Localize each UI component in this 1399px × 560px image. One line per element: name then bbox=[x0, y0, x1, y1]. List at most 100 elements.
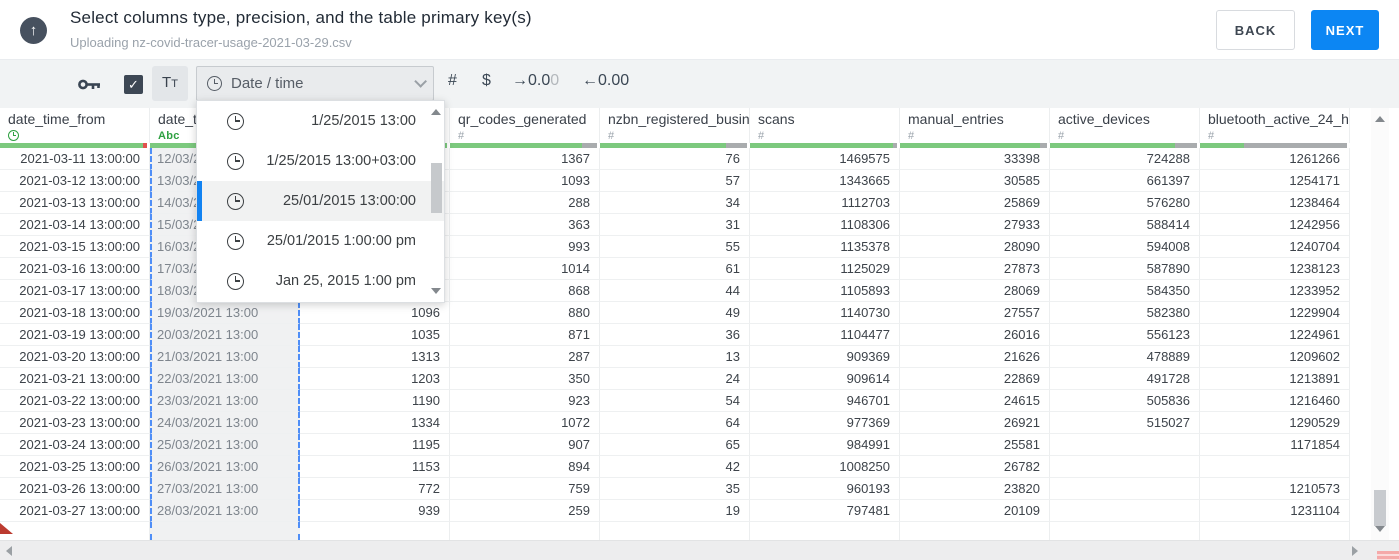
table-cell: 2021-03-21 13:00:00 bbox=[0, 368, 150, 390]
dropdown-scroll-thumb[interactable] bbox=[431, 163, 442, 213]
option-label: 1/25/2015 13:00+03:00 bbox=[266, 153, 416, 169]
date-format-option[interactable]: 25/01/2015 13:00:00 bbox=[197, 181, 444, 221]
horizontal-scrollbar[interactable] bbox=[0, 540, 1399, 560]
table-cell: 923 bbox=[450, 390, 600, 412]
table-cell: 491728 bbox=[1050, 368, 1200, 390]
table-cell: 880 bbox=[450, 302, 600, 324]
table-cell bbox=[150, 522, 300, 540]
date-format-option[interactable]: 1/25/2015 13:00 bbox=[197, 101, 444, 141]
decimal-right-button[interactable]: →0.00 bbox=[512, 72, 559, 90]
table-cell: 24 bbox=[600, 368, 750, 390]
table-cell: 42 bbox=[600, 456, 750, 478]
table-cell: 350 bbox=[450, 368, 600, 390]
table-cell: 76 bbox=[600, 148, 750, 170]
vertical-scrollbar[interactable] bbox=[1371, 108, 1389, 540]
date-format-option[interactable]: 25/01/2015 1:00:00 pm bbox=[197, 221, 444, 261]
primary-key-icon[interactable] bbox=[78, 78, 102, 96]
date-format-option[interactable]: 1/25/2015 13:00+03:00 bbox=[197, 141, 444, 181]
scroll-up-icon[interactable] bbox=[1375, 116, 1385, 122]
decimal-left-button[interactable]: ←0.00 bbox=[582, 72, 629, 90]
dropdown-scrollbar[interactable] bbox=[429, 103, 442, 300]
option-label: 25/01/2015 1:00:00 pm bbox=[266, 233, 416, 249]
datetime-type-select[interactable]: Date / time bbox=[196, 66, 434, 101]
table-cell: 1135378 bbox=[750, 236, 900, 258]
table-cell bbox=[300, 522, 450, 540]
table-cell bbox=[450, 522, 600, 540]
table-cell bbox=[1050, 478, 1200, 500]
numeric-type-button[interactable]: # bbox=[448, 72, 457, 90]
table-cell: 2021-03-25 13:00:00 bbox=[0, 456, 150, 478]
clock-icon bbox=[227, 232, 244, 250]
table-cell: 977369 bbox=[750, 412, 900, 434]
vertical-scroll-thumb[interactable] bbox=[1374, 490, 1386, 526]
table-cell: 1290529 bbox=[1200, 412, 1350, 434]
clock-icon bbox=[227, 112, 244, 130]
scroll-left-icon[interactable] bbox=[6, 546, 12, 556]
column-header-manual_entries[interactable]: manual_entries # bbox=[900, 108, 1050, 143]
clock-icon bbox=[227, 192, 244, 210]
table-cell: 1229904 bbox=[1200, 302, 1350, 324]
table-cell: 26/03/2021 13:00 bbox=[150, 456, 300, 478]
column-header-nzbn_registered_busine[interactable]: nzbn_registered_busine # bbox=[600, 108, 750, 143]
text-type-button[interactable]: TT bbox=[152, 66, 188, 101]
table-cell: 2021-03-16 13:00:00 bbox=[0, 258, 150, 280]
dropdown-scroll-down-icon[interactable] bbox=[431, 288, 441, 294]
table-cell: 35 bbox=[600, 478, 750, 500]
table-cell: 1242956 bbox=[1200, 214, 1350, 236]
table-cell: 2021-03-13 13:00:00 bbox=[0, 192, 150, 214]
table-cell: 2021-03-24 13:00:00 bbox=[0, 434, 150, 456]
table-cell: 1203 bbox=[300, 368, 450, 390]
column-header-date_time_from[interactable]: date_time_from bbox=[0, 108, 150, 143]
table-cell: 2021-03-20 13:00:00 bbox=[0, 346, 150, 368]
table-cell: 1093 bbox=[450, 170, 600, 192]
table-row: 2021-03-24 13:00:00 25/03/2021 13:00 1195 9… bbox=[0, 434, 1350, 456]
scroll-down-icon[interactable] bbox=[1375, 526, 1385, 532]
table-cell: 36 bbox=[600, 324, 750, 346]
table-cell: 894 bbox=[450, 456, 600, 478]
dropdown-scroll-up-icon[interactable] bbox=[431, 109, 441, 115]
table-cell: 363 bbox=[450, 214, 600, 236]
datetime-type-icon bbox=[8, 130, 19, 141]
corner-loading-indicator bbox=[1377, 551, 1399, 560]
table-cell: 759 bbox=[450, 478, 600, 500]
table-cell: 1334 bbox=[300, 412, 450, 434]
table-cell: 287 bbox=[450, 346, 600, 368]
table-cell: 1240704 bbox=[1200, 236, 1350, 258]
table-cell: 22/03/2021 13:00 bbox=[150, 368, 300, 390]
table-cell: 576280 bbox=[1050, 192, 1200, 214]
table-cell: 1104477 bbox=[750, 324, 900, 346]
table-cell: 259 bbox=[450, 500, 600, 522]
table-cell: 24/03/2021 13:00 bbox=[150, 412, 300, 434]
table-cell: 2021-03-15 13:00:00 bbox=[0, 236, 150, 258]
table-cell: 26016 bbox=[900, 324, 1050, 346]
upload-wizard-window: ↑ Select columns type, precision, and th… bbox=[0, 0, 1399, 560]
table-cell: 2021-03-23 13:00:00 bbox=[0, 412, 150, 434]
option-label: Jan 25, 2015 1:00 pm bbox=[275, 273, 416, 289]
currency-type-button[interactable]: $ bbox=[482, 72, 491, 90]
uploading-file-subtitle: Uploading nz-covid-tracer-usage-2021-03-… bbox=[70, 35, 352, 50]
table-cell: 2021-03-27 13:00:00 bbox=[0, 500, 150, 522]
table-cell bbox=[1050, 456, 1200, 478]
table-cell: 797481 bbox=[750, 500, 900, 522]
table-cell: 1112703 bbox=[750, 192, 900, 214]
date-format-option[interactable]: Jan 25, 2015 1:00 pm bbox=[197, 261, 444, 301]
table-cell: 993 bbox=[450, 236, 600, 258]
table-row: 2021-03-19 13:00:00 20/03/2021 13:00 1035 8… bbox=[0, 324, 1350, 346]
column-header-bluetooth_active_24_hr_[interactable]: bluetooth_active_24_hr_ # bbox=[1200, 108, 1350, 143]
next-button[interactable]: NEXT bbox=[1311, 10, 1379, 50]
column-header-scans[interactable]: scans # bbox=[750, 108, 900, 143]
wizard-header: ↑ Select columns type, precision, and th… bbox=[0, 0, 1399, 60]
table-cell: 946701 bbox=[750, 390, 900, 412]
number-type-mark: # bbox=[458, 129, 465, 142]
back-button[interactable]: BACK bbox=[1216, 10, 1295, 50]
table-cell: 584350 bbox=[1050, 280, 1200, 302]
table-cell: 2021-03-19 13:00:00 bbox=[0, 324, 150, 346]
column-header-qr_codes_generated[interactable]: qr_codes_generated # bbox=[450, 108, 600, 143]
column-name: manual_entries bbox=[908, 111, 1004, 127]
table-cell: 960193 bbox=[750, 478, 900, 500]
scroll-right-icon[interactable] bbox=[1352, 546, 1358, 556]
column-header-active_devices[interactable]: active_devices # bbox=[1050, 108, 1200, 143]
table-cell: 20109 bbox=[900, 500, 1050, 522]
table-cell: 1233952 bbox=[1200, 280, 1350, 302]
include-column-checkbox[interactable]: ✓ bbox=[124, 75, 143, 94]
